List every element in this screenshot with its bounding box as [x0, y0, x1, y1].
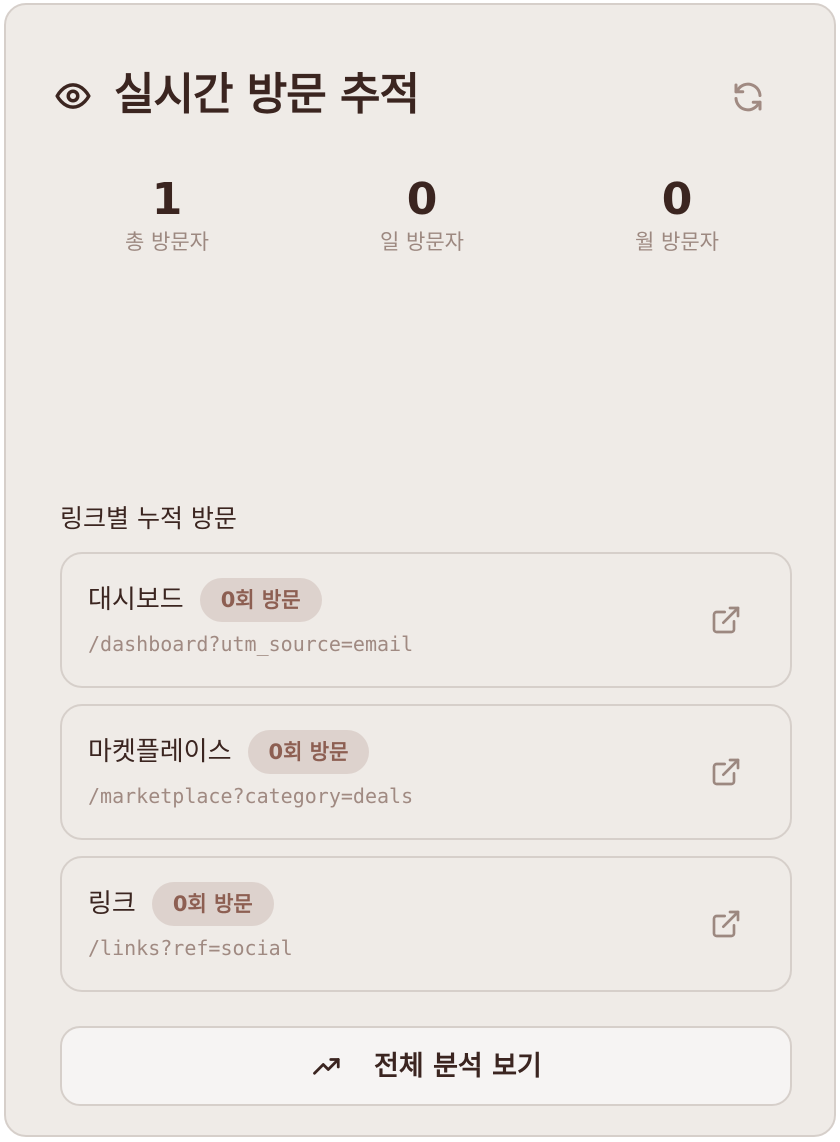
- analysis-button-label: 전체 분석 보기: [374, 1051, 542, 1082]
- stat-value: 1: [151, 174, 183, 225]
- external-link-icon[interactable]: [710, 908, 742, 940]
- link-item-marketplace[interactable]: 마켓플레이스 0회 방문 /marketplace?category=deals: [60, 704, 792, 840]
- card-header: 실시간 방문 추적: [54, 65, 774, 125]
- link-row: 링크 0회 방문: [88, 882, 274, 926]
- link-row: 마켓플레이스 0회 방문: [88, 730, 370, 774]
- stat-label: 총 방문자: [125, 230, 209, 254]
- refresh-icon[interactable]: [730, 79, 766, 115]
- stat-label: 월 방문자: [635, 230, 719, 254]
- eye-icon: [55, 83, 91, 109]
- link-row: 대시보드 0회 방문: [88, 578, 322, 622]
- link-url: /dashboard?utm_source=email: [88, 632, 414, 656]
- stat-label: 일 방문자: [380, 230, 464, 254]
- view-full-analysis-button[interactable]: 전체 분석 보기: [60, 1026, 792, 1106]
- visit-count-badge: 0회 방문: [151, 882, 274, 926]
- trending-up-icon: [313, 1058, 340, 1075]
- stat-total-visitors: 1 총 방문자: [57, 173, 277, 255]
- external-link-icon[interactable]: [710, 756, 742, 788]
- stat-value: 0: [661, 174, 693, 225]
- link-url: /links?ref=social: [88, 936, 293, 960]
- link-name: 대시보드: [88, 585, 184, 615]
- external-link-icon[interactable]: [710, 604, 742, 636]
- stat-monthly-visitors: 0 월 방문자: [567, 173, 787, 255]
- visit-tracker-card: 실시간 방문 추적 1 총 방문자 0 일 방문자 0 월 방문자 링크별 누적…: [4, 3, 836, 1137]
- stat-daily-visitors: 0 일 방문자: [312, 173, 532, 255]
- visit-count-badge: 0회 방문: [199, 578, 322, 622]
- page-title: 실시간 방문 추적: [114, 69, 420, 120]
- visit-count-badge: 0회 방문: [247, 730, 370, 774]
- link-name: 마켓플레이스: [88, 737, 232, 767]
- link-item-dashboard[interactable]: 대시보드 0회 방문 /dashboard?utm_source=email: [60, 552, 792, 688]
- link-url: /marketplace?category=deals: [88, 784, 414, 808]
- section-title: 링크별 누적 방문: [60, 504, 237, 533]
- stat-value: 0: [406, 174, 438, 225]
- link-name: 링크: [88, 889, 136, 919]
- link-item-links[interactable]: 링크 0회 방문 /links?ref=social: [60, 856, 792, 992]
